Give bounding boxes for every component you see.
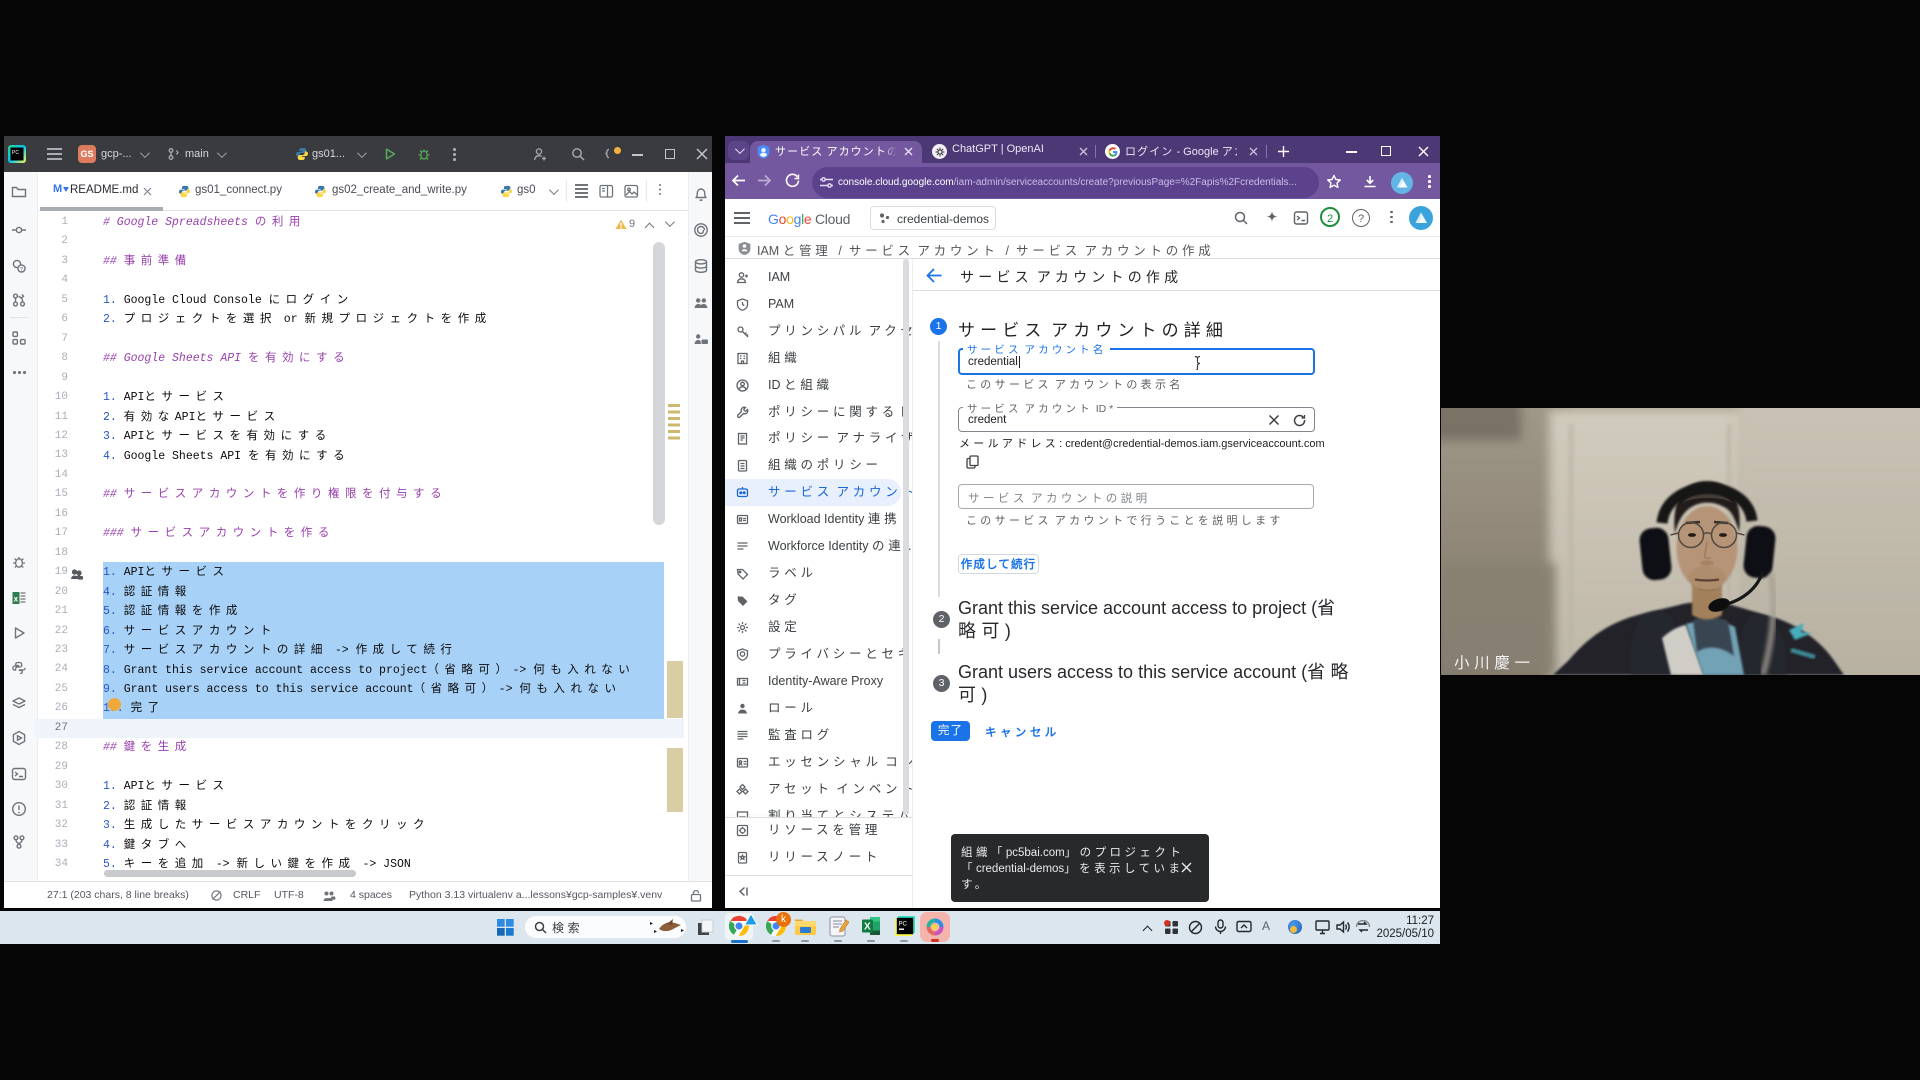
- svg-text:x: x: [14, 595, 19, 604]
- svg-text:?: ?: [20, 266, 24, 273]
- svg-text:PC: PC: [899, 922, 908, 928]
- svg-text:PC: PC: [12, 150, 19, 156]
- svg-text:X: X: [864, 922, 871, 933]
